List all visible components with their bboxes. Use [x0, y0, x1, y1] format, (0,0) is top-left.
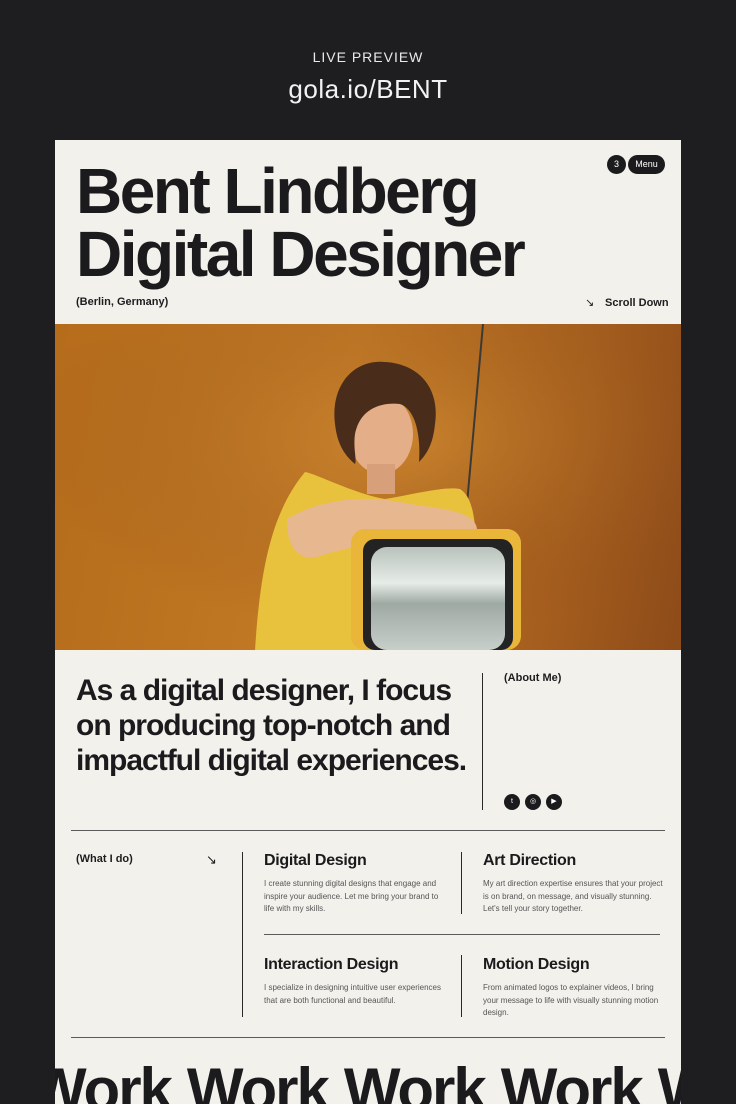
hero-title-role: Digital Designer — [76, 218, 526, 290]
preview-url[interactable]: gola.io/BENT — [0, 74, 736, 105]
hero-photo — [55, 324, 681, 650]
services-row-divider — [264, 934, 660, 935]
service-description: From animated logos to explainer videos,… — [483, 983, 659, 1017]
about-me-link[interactable]: (About Me) — [504, 672, 561, 684]
what-i-do-label: (What I do) — [76, 853, 133, 865]
service-art-direction: Art Direction My art direction expertise… — [483, 852, 668, 916]
menu-button[interactable]: Menu — [628, 155, 665, 174]
service-description: My art direction expertise ensures that … — [483, 879, 663, 913]
hero-title-name: Bent Lindberg — [76, 155, 480, 227]
service-digital-design: Digital Design I create stunning digital… — [264, 852, 449, 916]
youtube-icon[interactable]: ▶ — [546, 794, 562, 810]
service-title: Interaction Design — [264, 956, 399, 973]
marquee-word: Work — [55, 1056, 173, 1104]
marquee-word: Work — [658, 1056, 681, 1104]
section-divider — [71, 1037, 665, 1038]
work-marquee: WorkWorkWorkWorkWork — [55, 1060, 681, 1104]
service-description: I specialize in designing intuitive user… — [264, 983, 441, 1005]
instagram-icon[interactable]: ◎ — [525, 794, 541, 810]
scroll-down-label: Scroll Down — [605, 297, 669, 309]
social-links: t ◎ ▶ — [504, 794, 562, 810]
location-label: (Berlin, Germany) — [76, 296, 169, 308]
twitter-icon[interactable]: t — [504, 794, 520, 810]
section-divider — [71, 830, 665, 831]
service-title: Art Direction — [483, 852, 576, 869]
portfolio-page: Bent Lindberg Digital Designer 3 Menu (B… — [55, 140, 681, 1104]
service-divider — [461, 852, 462, 914]
nav-count-badge[interactable]: 3 — [607, 155, 626, 174]
service-title: Digital Design — [264, 852, 367, 869]
intro-statement: As a digital designer, I focus on produc… — [76, 674, 467, 777]
service-title: Motion Design — [483, 956, 590, 973]
hero-title: Bent Lindberg Digital Designer — [76, 155, 526, 290]
arrow-down-right-icon: ↘ — [585, 297, 595, 309]
marquee-word: Work — [186, 1056, 330, 1104]
about-divider — [482, 673, 483, 810]
service-divider — [461, 955, 462, 1017]
portrait-illustration — [55, 324, 681, 650]
live-preview-label: LIVE PREVIEW — [312, 49, 424, 65]
arrow-down-right-icon: ↘ — [206, 852, 217, 867]
marquee-word: Work — [343, 1056, 487, 1104]
service-motion-design: Motion Design From animated logos to exp… — [483, 956, 668, 1020]
service-description: I create stunning digital designs that e… — [264, 879, 439, 913]
marquee-word: Work — [500, 1056, 644, 1104]
services-divider — [242, 852, 243, 1017]
service-interaction-design: Interaction Design I specialize in desig… — [264, 956, 449, 1007]
scroll-down-link[interactable]: ↘ Scroll Down — [585, 296, 669, 309]
